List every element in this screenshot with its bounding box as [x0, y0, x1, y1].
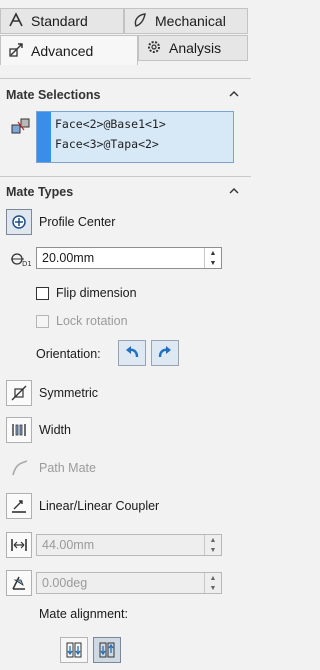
- distance-mate-button[interactable]: [6, 532, 32, 558]
- rotate-ccw-icon: [126, 346, 139, 358]
- offset-distance-value: 20.00mm: [42, 251, 95, 265]
- angle-icon: [12, 576, 25, 590]
- offset-spinner[interactable]: ▲ ▼: [204, 248, 221, 268]
- symmetric-label: Symmetric: [39, 386, 99, 400]
- width-label: Width: [39, 423, 71, 437]
- symmetric-button[interactable]: [6, 380, 32, 406]
- offset-distance-input[interactable]: 20.00mm ▲ ▼: [36, 247, 222, 269]
- flip-dimension-label: Flip dimension: [56, 286, 137, 300]
- standard-mate-icon: [7, 11, 25, 32]
- profile-center-button[interactable]: [6, 209, 32, 235]
- anti-aligned-icon: [99, 642, 115, 658]
- angle-input[interactable]: 0.00deg ▲ ▼: [36, 572, 222, 594]
- align-aligned-button[interactable]: [60, 637, 88, 663]
- analysis-gear-icon: [145, 38, 163, 59]
- mate-alignment-label: Mate alignment:: [39, 607, 128, 621]
- tab-advanced[interactable]: Advanced: [0, 35, 138, 65]
- linear-coupler-label: Linear/Linear Coupler: [39, 499, 160, 513]
- mate-types-title: Mate Types: [6, 185, 74, 199]
- lock-rotation-label: Lock rotation: [56, 314, 128, 328]
- distance-icon: [11, 539, 27, 551]
- collapse-chevron-icon[interactable]: [229, 186, 239, 196]
- divider: [0, 176, 251, 177]
- selection-item[interactable]: Face<2>@Base1<1>: [55, 117, 166, 131]
- width-icon: [12, 424, 26, 436]
- mate-selections-title: Mate Selections: [6, 88, 101, 102]
- tab-advanced-label: Advanced: [31, 42, 94, 59]
- lock-rotation-checkbox[interactable]: [36, 315, 49, 328]
- rotate-cw-icon: [158, 346, 171, 358]
- profile-center-label: Profile Center: [39, 215, 116, 229]
- orientation-anti-aligned-button[interactable]: [151, 340, 179, 366]
- orientation-aligned-button[interactable]: [118, 340, 146, 366]
- distance-spinner[interactable]: ▲ ▼: [204, 535, 221, 555]
- align-anti-aligned-button[interactable]: [93, 637, 121, 663]
- tab-analysis-label: Analysis: [169, 40, 222, 56]
- width-button[interactable]: [6, 417, 32, 443]
- tab-standard-label: Standard: [31, 13, 88, 29]
- tab-standard[interactable]: Standard: [0, 8, 124, 34]
- aligned-icon: [66, 642, 82, 658]
- linear-coupler-button[interactable]: [6, 493, 32, 519]
- angle-value: 0.00deg: [42, 576, 88, 590]
- selection-color-bar: [37, 112, 51, 162]
- mate-selections-list[interactable]: Face<2>@Base1<1> Face<3>@Tapa<2>: [36, 111, 234, 163]
- linear-coupler-icon: [12, 500, 26, 513]
- symmetric-icon: [11, 385, 27, 401]
- flip-dimension-checkbox[interactable]: [36, 287, 49, 300]
- distance-input[interactable]: 44.00mm ▲ ▼: [36, 534, 222, 556]
- profile-center-icon: [12, 215, 26, 229]
- angle-mate-button[interactable]: [6, 570, 32, 596]
- divider: [0, 78, 251, 79]
- path-mate-icon: [10, 459, 30, 480]
- tab-mechanical[interactable]: Mechanical: [124, 8, 248, 34]
- svg-text:D1: D1: [22, 260, 31, 268]
- tab-mechanical-label: Mechanical: [155, 13, 226, 29]
- distance-value: 44.00mm: [42, 538, 95, 552]
- collapse-chevron-icon[interactable]: [229, 89, 239, 99]
- tab-analysis[interactable]: Analysis: [138, 35, 248, 61]
- selection-item[interactable]: Face<3>@Tapa<2>: [55, 137, 159, 151]
- offset-distance-icon: D1: [9, 250, 32, 271]
- advanced-mate-icon: [7, 40, 25, 61]
- angle-spinner[interactable]: ▲ ▼: [204, 573, 221, 593]
- path-mate-label[interactable]: Path Mate: [39, 461, 96, 475]
- orientation-label: Orientation:: [36, 347, 101, 361]
- mate-selection-icon: [10, 116, 32, 141]
- mechanical-mate-icon: [131, 11, 149, 32]
